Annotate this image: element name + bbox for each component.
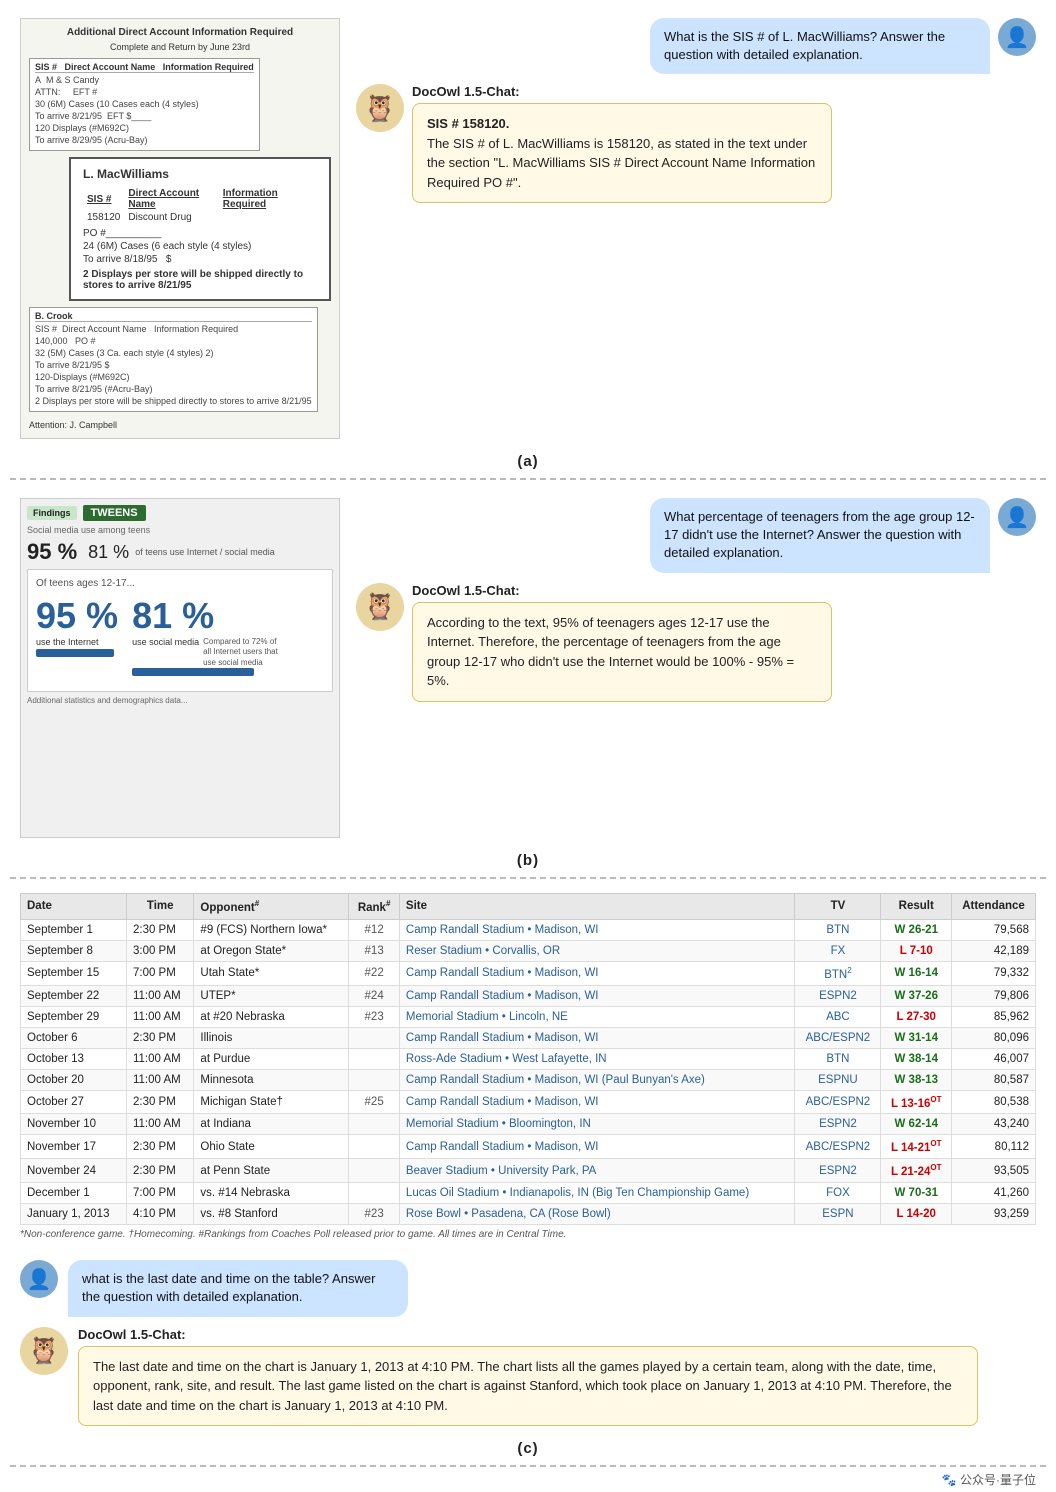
bot-avatar-a: 🦉 xyxy=(356,84,404,132)
table-row: November 1011:00 AMat IndianaMemorial St… xyxy=(21,1114,1036,1135)
doc-row-1: SIS # Direct Account Name Information Re… xyxy=(29,58,331,151)
user-question-row-a: What is the SIS # of L. MacWilliams? Ans… xyxy=(356,18,1036,74)
user-avatar-c: 👤 xyxy=(20,1260,58,1298)
section-label-a: (a) xyxy=(0,449,1056,478)
doc-row-crook: B. Crook SIS # Direct Account Name Infor… xyxy=(29,307,331,412)
bot-label-b: DocOwl 1.5-Chat: xyxy=(412,583,832,598)
user-avatar-b: 👤 xyxy=(998,498,1036,536)
highlight-macwilliams-box: L. MacWilliams SIS # Direct Account Name… xyxy=(69,157,331,301)
table-footnote: *Non-conference game. †Homecoming. #Rank… xyxy=(20,1229,1036,1240)
col-opponent: Opponent# xyxy=(194,894,349,920)
col-site: Site xyxy=(399,894,794,920)
bot-answer-b: According to the text, 95% of teenagers … xyxy=(412,602,832,702)
col-result: Result xyxy=(881,894,952,920)
question-row-c: 👤 what is the last date and time on the … xyxy=(20,1260,1036,1316)
col-date: Date xyxy=(21,894,127,920)
table-row: September 157:00 PMUtah State*#22Camp Ra… xyxy=(21,961,1036,985)
tweens-bar-area: Of teens ages 12-17... 95 % use the Inte… xyxy=(27,569,333,692)
macwilliams-table: SIS # Direct Account Name Information Re… xyxy=(83,187,317,224)
bot-content-a: DocOwl 1.5-Chat: SIS # 158120. The SIS #… xyxy=(412,84,832,203)
doc-title: Additional Direct Account Information Re… xyxy=(29,27,331,38)
user-bubble-a: What is the SIS # of L. MacWilliams? Ans… xyxy=(650,18,990,74)
table-body: September 12:30 PM#9 (FCS) Northern Iowa… xyxy=(21,919,1036,1224)
schedule-table: Date Time Opponent# Rank# Site TV Result… xyxy=(20,893,1036,1225)
table-row: September 83:00 PMat Oregon State*#13Res… xyxy=(21,940,1036,961)
section-b-chat: What percentage of teenagers from the ag… xyxy=(356,498,1036,702)
table-row: October 62:30 PMIllinoisCamp Randall Sta… xyxy=(21,1027,1036,1048)
doc-subtitle: Complete and Return by June 23rd xyxy=(29,42,331,52)
table-row: September 2211:00 AMUTEP*#24Camp Randall… xyxy=(21,985,1036,1006)
answer-row-c: 🦉 DocOwl 1.5-Chat: The last date and tim… xyxy=(20,1327,1036,1427)
section-c: Date Time Opponent# Rank# Site TV Result… xyxy=(0,879,1056,1250)
user-question-row-b: What percentage of teenagers from the ag… xyxy=(356,498,1036,573)
watermark: 🐾 公众号·量子位 xyxy=(0,1467,1056,1492)
bot-row-b: 🦉 DocOwl 1.5-Chat: According to the text… xyxy=(356,583,1036,702)
table-row: November 242:30 PMat Penn StateBeaver St… xyxy=(21,1159,1036,1183)
bot-content-c: DocOwl 1.5-Chat: The last date and time … xyxy=(78,1327,978,1427)
bot-content-b: DocOwl 1.5-Chat: According to the text, … xyxy=(412,583,832,702)
bot-avatar-c: 🦉 xyxy=(20,1327,68,1375)
table-row: September 12:30 PM#9 (FCS) Northern Iowa… xyxy=(21,919,1036,940)
table-header: Date Time Opponent# Rank# Site TV Result… xyxy=(21,894,1036,920)
tweens-big-stats: 95 % 81 % of teens use Internet / social… xyxy=(27,539,333,565)
person-name: L. MacWilliams xyxy=(83,167,317,181)
section-label-b: (b) xyxy=(0,848,1056,877)
bot-answer-a: SIS # 158120. The SIS # of L. MacWilliam… xyxy=(412,103,832,203)
section-b-document: Findings TWEENS Social media use among t… xyxy=(20,498,340,838)
doc-box-crook: B. Crook SIS # Direct Account Name Infor… xyxy=(29,307,318,412)
col-rank: Rank# xyxy=(349,894,400,920)
bot-label-a: DocOwl 1.5-Chat: xyxy=(412,84,832,99)
section-a: Additional Direct Account Information Re… xyxy=(0,0,1056,449)
bot-avatar-b: 🦉 xyxy=(356,583,404,631)
section-a-document: Additional Direct Account Information Re… xyxy=(20,18,340,439)
section-label-c: (c) xyxy=(0,1436,1056,1465)
doc-attention: Attention: J. Campbell xyxy=(29,420,331,430)
table-row: September 2911:00 AMat #20 Nebraska#23Me… xyxy=(21,1006,1036,1027)
tweens-header-row: Findings TWEENS xyxy=(27,505,333,521)
user-bubble-b: What percentage of teenagers from the ag… xyxy=(650,498,990,573)
table-row: December 17:00 PMvs. #14 NebraskaLucas O… xyxy=(21,1183,1036,1204)
header-row: Date Time Opponent# Rank# Site TV Result… xyxy=(21,894,1036,920)
user-bubble-c: what is the last date and time on the ta… xyxy=(68,1260,408,1316)
table-row: October 1311:00 AMat PurdueRoss-Ade Stad… xyxy=(21,1048,1036,1069)
user-avatar-a: 👤 xyxy=(998,18,1036,56)
col-tv: TV xyxy=(795,894,881,920)
bot-answer-c: The last date and time on the chart is J… xyxy=(78,1346,978,1427)
tweens-stat-row: 95 % use the Internet 81 % use social me… xyxy=(36,595,324,679)
table-row: October 2011:00 AMMinnesotaCamp Randall … xyxy=(21,1069,1036,1090)
section-c-chat: 👤 what is the last date and time on the … xyxy=(0,1250,1056,1436)
bot-row-a: 🦉 DocOwl 1.5-Chat: SIS # 158120. The SIS… xyxy=(356,84,1036,203)
col-attendance: Attendance xyxy=(952,894,1036,920)
section-a-chat: What is the SIS # of L. MacWilliams? Ans… xyxy=(356,18,1036,203)
table-row: November 172:30 PMOhio StateCamp Randall… xyxy=(21,1135,1036,1159)
col-time: Time xyxy=(126,894,193,920)
tweens-bar-title: Of teens ages 12-17... xyxy=(36,578,324,589)
doc-box-person1: SIS # Direct Account Name Information Re… xyxy=(29,58,260,151)
bot-label-c: DocOwl 1.5-Chat: xyxy=(78,1327,978,1342)
section-b: Findings TWEENS Social media use among t… xyxy=(0,480,1056,848)
table-row: October 272:30 PMMichigan State†#25Camp … xyxy=(21,1090,1036,1114)
table-row: January 1, 20134:10 PMvs. #8 Stanford#23… xyxy=(21,1204,1036,1225)
